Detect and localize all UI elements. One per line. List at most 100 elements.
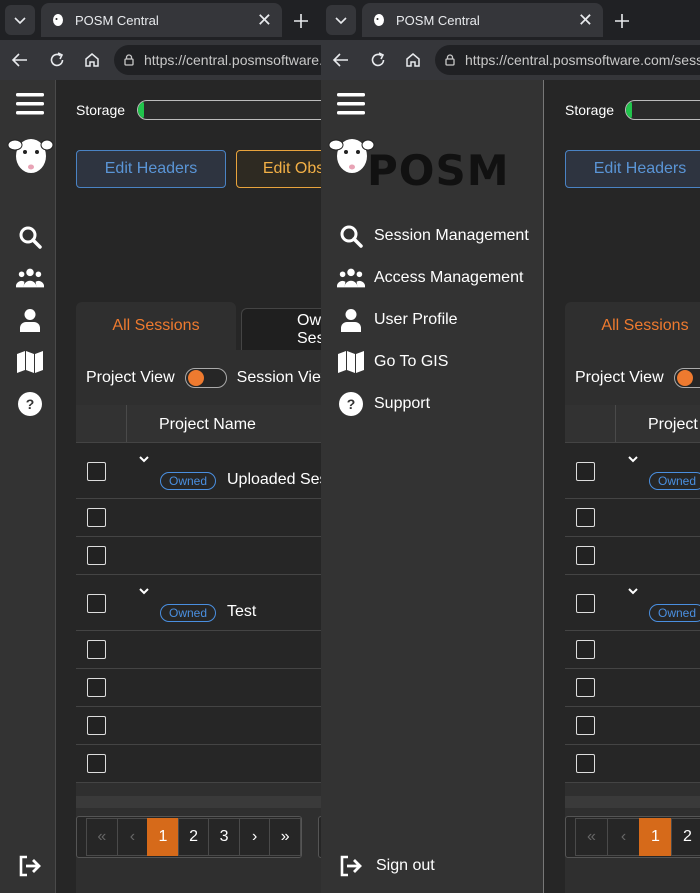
pagination: « ‹ 1 2 3 › » bbox=[76, 816, 302, 858]
chevron-down-icon[interactable] bbox=[138, 453, 150, 465]
search-icon bbox=[19, 226, 42, 249]
menu-label: User Profile bbox=[374, 311, 458, 328]
row-checkbox[interactable] bbox=[576, 594, 595, 613]
view-toggle[interactable] bbox=[673, 367, 700, 388]
chevron-down-icon[interactable] bbox=[138, 585, 150, 597]
row-checkbox[interactable] bbox=[576, 678, 595, 697]
table-row bbox=[76, 707, 321, 745]
edit-observations-button[interactable]: Edit Observations bbox=[236, 150, 321, 188]
page-button-1[interactable]: 1 bbox=[147, 818, 179, 856]
row-checkbox[interactable] bbox=[87, 546, 106, 565]
new-tab-button[interactable] bbox=[609, 8, 635, 34]
map-icon bbox=[338, 351, 364, 373]
menu-label: Access Management bbox=[374, 269, 524, 286]
back-button[interactable] bbox=[329, 48, 353, 72]
page-prev-button[interactable]: ‹ bbox=[116, 818, 149, 856]
column-project-name[interactable]: Project Name bbox=[159, 416, 256, 434]
table-row bbox=[565, 707, 700, 745]
menu-session-management[interactable]: Session Management bbox=[337, 221, 529, 251]
browser-window-right: POSM Central ✕ https://central.posmsoftw… bbox=[321, 0, 700, 893]
tab-all-sessions[interactable]: All Sessions bbox=[76, 302, 236, 350]
table-row: Owned bbox=[565, 575, 700, 631]
tab-all-sessions[interactable]: All Sessions bbox=[565, 302, 700, 350]
project-name: Test bbox=[227, 603, 257, 620]
page-first-button[interactable]: « bbox=[575, 818, 608, 856]
chevron-down-icon[interactable] bbox=[627, 453, 639, 465]
horizontal-scrollbar[interactable] bbox=[565, 796, 700, 808]
menu-user-profile[interactable]: User Profile bbox=[337, 305, 458, 335]
view-toggle[interactable] bbox=[184, 367, 227, 388]
table-row bbox=[76, 745, 321, 783]
chevron-down-icon bbox=[335, 17, 347, 25]
project-view-label: Project View bbox=[86, 368, 175, 386]
row-checkbox[interactable] bbox=[576, 640, 595, 659]
hamburger-menu-button[interactable] bbox=[337, 90, 365, 118]
menu-access-management[interactable]: Access Management bbox=[337, 263, 523, 293]
tab-close-icon[interactable]: ✕ bbox=[257, 11, 272, 29]
address-bar[interactable]: https://central.posmsoftware.com/session… bbox=[114, 45, 321, 75]
horizontal-scrollbar[interactable] bbox=[76, 796, 321, 808]
menu-sign-out[interactable]: Sign out bbox=[337, 851, 435, 881]
browser-tab[interactable]: POSM Central ✕ bbox=[41, 3, 282, 37]
edit-headers-button[interactable]: Edit Headers bbox=[565, 150, 700, 188]
home-icon bbox=[406, 53, 420, 67]
nav-access-management[interactable] bbox=[16, 264, 44, 292]
sign-out-icon bbox=[340, 855, 362, 877]
search-icon bbox=[340, 225, 363, 248]
page-button-2[interactable]: 2 bbox=[671, 818, 700, 856]
row-checkbox[interactable] bbox=[87, 678, 106, 697]
sessions-table: Project Name Owned Owned bbox=[565, 405, 700, 783]
nav-go-to-gis[interactable] bbox=[16, 348, 44, 376]
page-button-1[interactable]: 1 bbox=[639, 818, 672, 856]
sign-out-icon bbox=[19, 855, 41, 877]
page-prev-button[interactable]: ‹ bbox=[607, 818, 640, 856]
lock-icon bbox=[124, 54, 134, 66]
page-last-button[interactable]: » bbox=[269, 818, 302, 856]
tab-search-button[interactable] bbox=[5, 5, 35, 35]
tab-owned-sessions[interactable]: Owned Sessions bbox=[241, 308, 321, 350]
row-checkbox[interactable] bbox=[576, 716, 595, 735]
browser-tab[interactable]: POSM Central ✕ bbox=[362, 3, 603, 37]
new-tab-button[interactable] bbox=[288, 8, 314, 34]
users-icon bbox=[337, 268, 365, 288]
plus-icon bbox=[615, 14, 629, 28]
nav-user-profile[interactable] bbox=[16, 306, 44, 334]
row-checkbox[interactable] bbox=[87, 462, 106, 481]
sign-out-button[interactable] bbox=[16, 852, 44, 880]
plus-icon bbox=[294, 14, 308, 28]
question-icon: ? bbox=[339, 392, 363, 416]
nav-session-management[interactable] bbox=[16, 223, 44, 251]
row-checkbox[interactable] bbox=[87, 716, 106, 735]
menu-support[interactable]: ? Support bbox=[337, 389, 430, 419]
page-first-button[interactable]: « bbox=[86, 818, 118, 856]
row-checkbox[interactable] bbox=[576, 462, 595, 481]
page-button-2[interactable]: 2 bbox=[177, 818, 210, 856]
row-checkbox[interactable] bbox=[87, 640, 106, 659]
home-button[interactable] bbox=[401, 48, 425, 72]
address-bar[interactable]: https://central.posmsoftware.com/session… bbox=[435, 45, 700, 75]
toggle-knob bbox=[676, 369, 693, 386]
home-button[interactable] bbox=[80, 48, 104, 72]
table-header: Project Name bbox=[565, 405, 700, 443]
back-button[interactable] bbox=[8, 48, 32, 72]
page-next-button[interactable]: › bbox=[238, 818, 271, 856]
tab-strip: POSM Central ✕ bbox=[0, 0, 321, 40]
row-checkbox[interactable] bbox=[576, 754, 595, 773]
row-checkbox[interactable] bbox=[576, 508, 595, 527]
menu-go-to-gis[interactable]: Go To GIS bbox=[337, 347, 448, 377]
hamburger-menu-button[interactable] bbox=[16, 90, 44, 118]
row-checkbox[interactable] bbox=[87, 594, 106, 613]
nav-support[interactable]: ? bbox=[16, 390, 44, 418]
row-checkbox[interactable] bbox=[576, 546, 595, 565]
chevron-down-icon[interactable] bbox=[627, 585, 639, 597]
tab-search-button[interactable] bbox=[326, 5, 356, 35]
row-checkbox[interactable] bbox=[87, 508, 106, 527]
column-project-name[interactable]: Project Name bbox=[648, 416, 700, 434]
reload-button[interactable] bbox=[366, 48, 390, 72]
page-button-3[interactable]: 3 bbox=[208, 818, 240, 856]
edit-headers-button[interactable]: Edit Headers bbox=[76, 150, 226, 188]
row-checkbox[interactable] bbox=[87, 754, 106, 773]
reload-button[interactable] bbox=[45, 48, 69, 72]
tab-close-icon[interactable]: ✕ bbox=[578, 11, 593, 29]
owned-badge: Owned bbox=[160, 604, 217, 622]
